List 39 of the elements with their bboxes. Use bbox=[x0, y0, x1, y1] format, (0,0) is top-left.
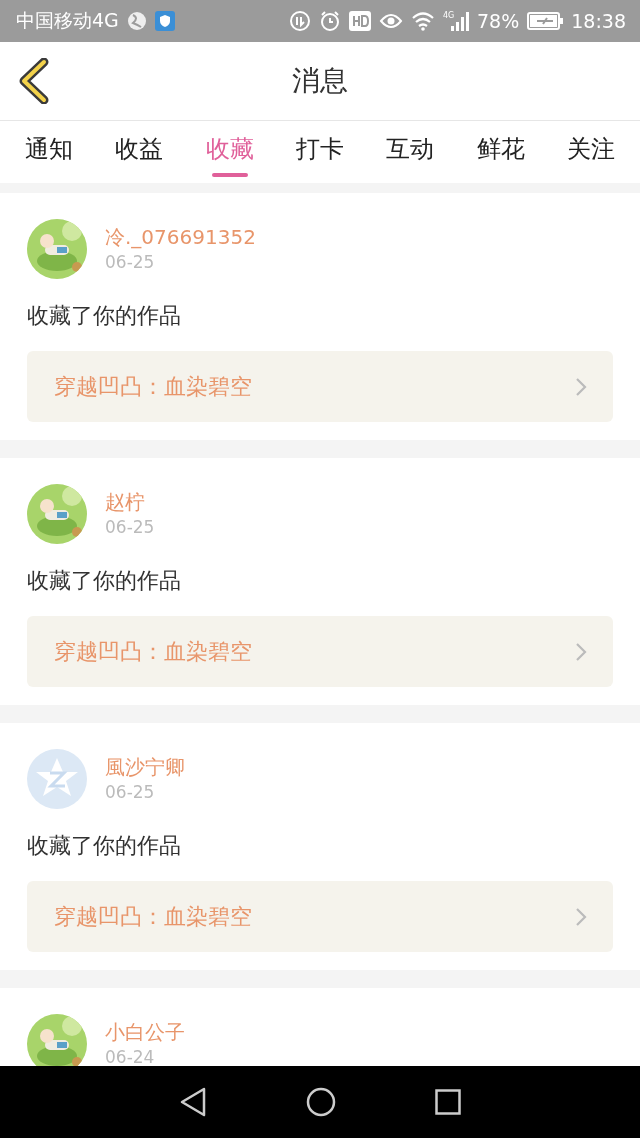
clock-time: 18:38 bbox=[571, 10, 626, 32]
message-date: 06-25 bbox=[105, 516, 155, 538]
carrier-text: 中国移动4G bbox=[16, 8, 119, 33]
tab[interactable]: 通知 bbox=[19, 121, 80, 183]
page-title: 消息 bbox=[292, 63, 348, 99]
default-avatar-icon bbox=[27, 749, 87, 809]
chevron-right-icon bbox=[575, 641, 587, 662]
message-text: 收藏了你的作品 bbox=[27, 302, 182, 330]
user-name[interactable]: 風沙宁卿 bbox=[105, 755, 185, 779]
user-name[interactable]: 冷._076691352 bbox=[105, 225, 256, 249]
data-saver-icon bbox=[289, 10, 311, 32]
back-nav-button[interactable] bbox=[179, 1087, 208, 1117]
battery-percent: 78% bbox=[477, 10, 520, 32]
eye-icon bbox=[379, 12, 403, 30]
user-name[interactable]: 小白公子 bbox=[105, 1020, 185, 1044]
tab[interactable]: 互动 bbox=[380, 121, 441, 183]
message-text: 收藏了你的作品 bbox=[27, 832, 182, 860]
battery-charging-icon bbox=[527, 12, 564, 30]
recents-nav-button[interactable] bbox=[434, 1089, 461, 1115]
message-text: 收藏了你的作品 bbox=[27, 567, 182, 595]
tab[interactable]: 收益 bbox=[109, 121, 170, 183]
tab[interactable]: 打卡 bbox=[290, 121, 350, 183]
wifi-icon bbox=[411, 11, 435, 31]
message-date: 06-25 bbox=[105, 251, 156, 273]
chevron-right-icon bbox=[575, 906, 587, 927]
work-link[interactable]: 穿越凹凸：血染碧空 bbox=[27, 351, 613, 422]
message-date: 06-25 bbox=[105, 781, 156, 803]
chevron-right-icon bbox=[575, 376, 587, 397]
alarm-icon bbox=[319, 10, 341, 32]
shield-icon bbox=[154, 11, 175, 31]
work-link[interactable]: 穿越凹凸：血染碧空 bbox=[27, 616, 613, 687]
work-link[interactable]: 穿越凹凸：血染碧空 bbox=[27, 881, 613, 952]
tab[interactable]: 关注 bbox=[560, 121, 621, 183]
tab[interactable]: 鲜花 bbox=[470, 121, 531, 183]
user-name[interactable]: 赵柠 bbox=[105, 490, 155, 514]
home-nav-button[interactable] bbox=[306, 1087, 336, 1117]
message-date: 06-24 bbox=[105, 1046, 156, 1066]
hd-icon bbox=[349, 11, 371, 31]
tab[interactable]: 收藏 bbox=[199, 121, 260, 183]
